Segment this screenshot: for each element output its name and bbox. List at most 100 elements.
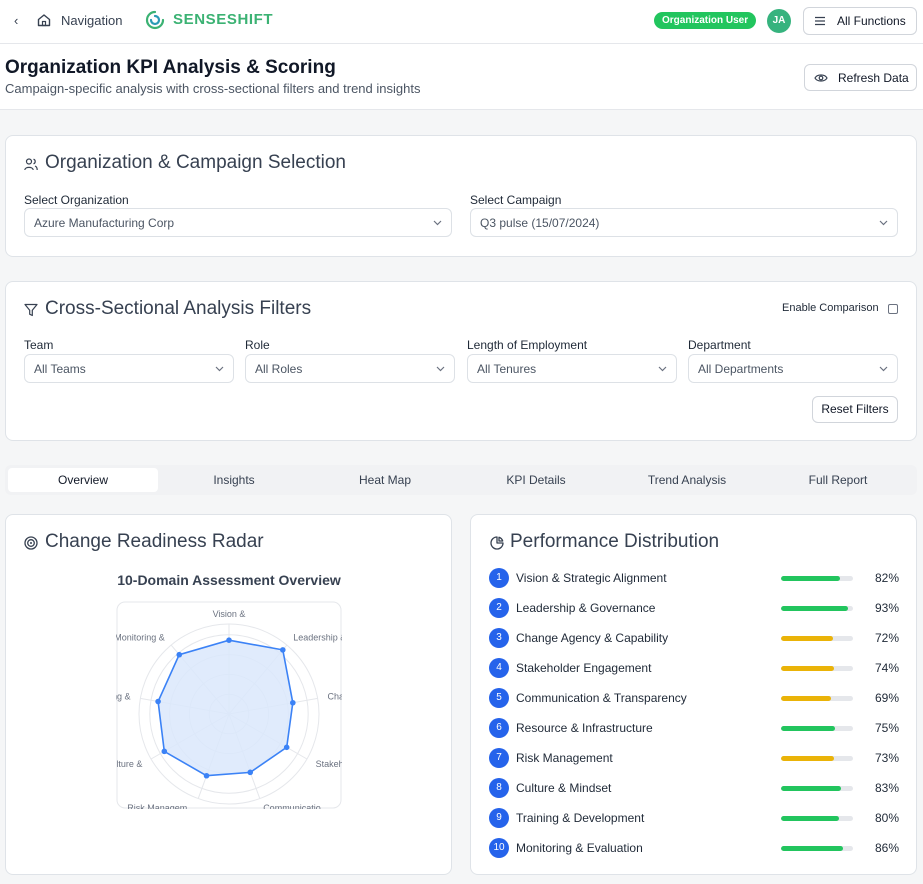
team-select[interactable]: All Teams [24, 354, 234, 383]
navigation-link[interactable]: Navigation [61, 13, 122, 28]
tab-overview[interactable]: Overview [8, 468, 158, 492]
radar-point[interactable] [176, 651, 183, 658]
all-functions-button[interactable]: All Functions [803, 7, 917, 35]
chevron-down-icon [879, 220, 888, 226]
brand-name: SENSESHIFT [173, 11, 274, 28]
radar-point[interactable] [280, 647, 286, 653]
reset-filters-button[interactable]: Reset Filters [812, 396, 898, 423]
distribution-row: 6 Resource & Infrastructure 75% [489, 718, 899, 738]
campaign-select[interactable]: Q3 pulse (15/07/2024) [470, 208, 898, 237]
avatar[interactable]: JA [767, 9, 791, 33]
radar-point[interactable] [283, 744, 290, 751]
tab-trend-analysis[interactable]: Trend Analysis [612, 468, 762, 492]
logo-icon [145, 10, 165, 30]
campaign-value: Q3 pulse (15/07/2024) [480, 216, 600, 230]
domain-number-badge: 3 [489, 628, 509, 648]
chevron-down-icon [433, 220, 442, 226]
score-bar-track [781, 666, 853, 671]
tenure-select[interactable]: All Tenures [467, 354, 677, 383]
filters-card: Cross-Sectional Analysis Filters Team Al… [5, 281, 917, 441]
score-bar-fill [781, 786, 841, 791]
score-bar-track [781, 816, 853, 821]
radar-subtitle: 10-Domain Assessment Overview [117, 572, 341, 588]
radar-axis-label: ulture & [116, 759, 142, 769]
domain-name: Vision & Strategic Alignment [516, 571, 667, 585]
tab-insights[interactable]: Insights [159, 468, 309, 492]
chevron-down-icon [658, 366, 667, 372]
score-bar-fill [781, 726, 835, 731]
radar-point[interactable] [226, 637, 232, 643]
home-icon[interactable] [36, 12, 52, 28]
back-chevron-icon[interactable]: ‹ [14, 13, 26, 29]
organization-select[interactable]: Azure Manufacturing Corp [24, 208, 452, 237]
distribution-row: 8 Culture & Mindset 83% [489, 778, 899, 798]
domain-name: Leadership & Governance [516, 601, 656, 615]
score-bar-fill [781, 816, 839, 821]
score-bar-track [781, 696, 853, 701]
radar-point[interactable] [161, 748, 168, 755]
domain-name: Communication & Transparency [516, 691, 687, 705]
score-bar-track [781, 726, 853, 731]
tab-full-report[interactable]: Full Report [763, 468, 913, 492]
domain-name: Resource & Infrastructure [516, 721, 653, 735]
tab-heat-map[interactable]: Heat Map [310, 468, 460, 492]
radar-title: Change Readiness Radar [45, 531, 264, 552]
score-bar-track [781, 786, 853, 791]
all-functions-label: All Functions [837, 14, 906, 28]
score-bar-track [781, 636, 853, 641]
score-bar-track [781, 606, 853, 611]
score-percent: 75% [874, 721, 899, 735]
domain-name: Culture & Mindset [516, 781, 612, 795]
radar-point[interactable] [203, 772, 210, 779]
radar-axis-label: Change Ag [327, 692, 342, 702]
department-label: Department [688, 338, 751, 352]
tenure-label: Length of Employment [467, 338, 588, 352]
radar-chart: Vision & Leadership & Change Ag Stakehold Co… [116, 601, 342, 809]
page-header: Organization KPI Analysis & Scoring Camp… [0, 44, 923, 110]
department-select[interactable]: All Departments [688, 354, 898, 383]
refresh-data-button[interactable]: Refresh Data [804, 64, 917, 91]
domain-name: Monitoring & Evaluation [516, 841, 643, 855]
team-label: Team [24, 338, 54, 352]
top-bar: ‹ Navigation SENSESHIFT Organization Use… [0, 0, 923, 44]
radar-axis-label: Vision & [213, 609, 246, 619]
radar-axis-label: aining & [116, 692, 131, 702]
score-percent: 69% [874, 691, 899, 705]
radar-point[interactable] [247, 769, 254, 776]
campaign-label: Select Campaign [470, 193, 562, 207]
domain-number-badge: 9 [489, 808, 509, 828]
domain-number-badge: 10 [489, 838, 509, 858]
domain-number-badge: 5 [489, 688, 509, 708]
target-icon [24, 536, 38, 550]
radar-axis-label: Stakehold [316, 759, 342, 769]
role-select[interactable]: All Roles [245, 354, 455, 383]
score-percent: 74% [874, 661, 899, 675]
radar-card: Change Readiness Radar 10-Domain Assessm… [5, 514, 452, 875]
tab-kpi-details[interactable]: KPI Details [461, 468, 611, 492]
domain-number-badge: 2 [489, 598, 509, 618]
domain-number-badge: 4 [489, 658, 509, 678]
domain-name: Training & Development [516, 811, 645, 825]
distribution-title: Performance Distribution [510, 531, 720, 552]
selection-card: Organization & Campaign Selection Select… [5, 135, 917, 257]
radar-point[interactable] [290, 699, 296, 706]
distribution-row: 1 Vision & Strategic Alignment 82% [489, 568, 899, 588]
menu-icon [815, 16, 825, 26]
filter-icon [24, 303, 38, 317]
radar-point[interactable] [155, 698, 161, 705]
enable-comparison-checkbox[interactable] [888, 304, 898, 314]
tab-bar: Overview Insights Heat Map KPI Details T… [5, 465, 917, 495]
radar-axis-label: Communicatio... [263, 803, 328, 809]
role-value: All Roles [255, 362, 303, 376]
score-bar-track [781, 846, 853, 851]
radar-series-area [157, 639, 294, 777]
eye-icon [814, 74, 828, 82]
pie-chart-icon [490, 536, 504, 550]
score-percent: 72% [874, 631, 899, 645]
distribution-row: 10 Monitoring & Evaluation 86% [489, 838, 899, 858]
user-role-badge: Organization User [654, 12, 757, 29]
score-bar-fill [781, 846, 843, 851]
distribution-row: 4 Stakeholder Engagement 74% [489, 658, 899, 678]
radar-axis-label: Monitoring & [116, 632, 165, 642]
score-percent: 73% [874, 751, 899, 765]
